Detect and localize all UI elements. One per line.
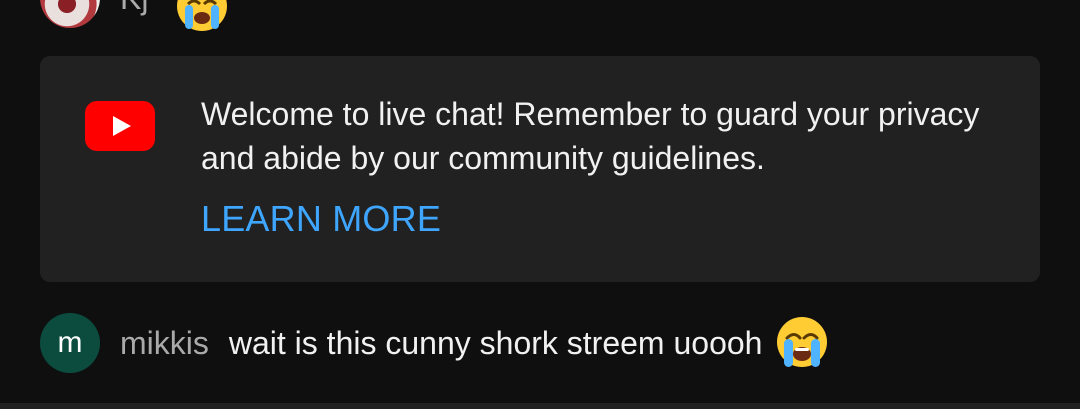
chat-message-previous: Kj — [40, 0, 230, 31]
learn-more-link[interactable]: LEARN MORE — [201, 197, 441, 241]
chat-message: m mikkis wait is this cunny shork streem… — [40, 313, 830, 373]
loudly-crying-face-icon — [777, 317, 828, 367]
avatar[interactable]: m — [40, 313, 100, 373]
avatar[interactable] — [40, 0, 100, 28]
live-chat-panel: Kj Welcome to live chat! Remember to gua… — [0, 0, 1080, 409]
avatar-letter: m — [57, 326, 83, 359]
welcome-message: Welcome to live chat! Remember to guard … — [201, 96, 980, 176]
message-text: wait is this cunny shork streem uoooh — [228, 325, 763, 361]
chat-input-divider — [0, 403, 1080, 409]
youtube-logo-icon — [85, 101, 155, 151]
live-chat-welcome-banner: Welcome to live chat! Remember to guard … — [40, 56, 1040, 282]
author-name[interactable]: Kj — [120, 0, 148, 28]
author-name[interactable]: mikkis — [120, 313, 209, 373]
loudly-crying-face-icon — [177, 0, 228, 31]
